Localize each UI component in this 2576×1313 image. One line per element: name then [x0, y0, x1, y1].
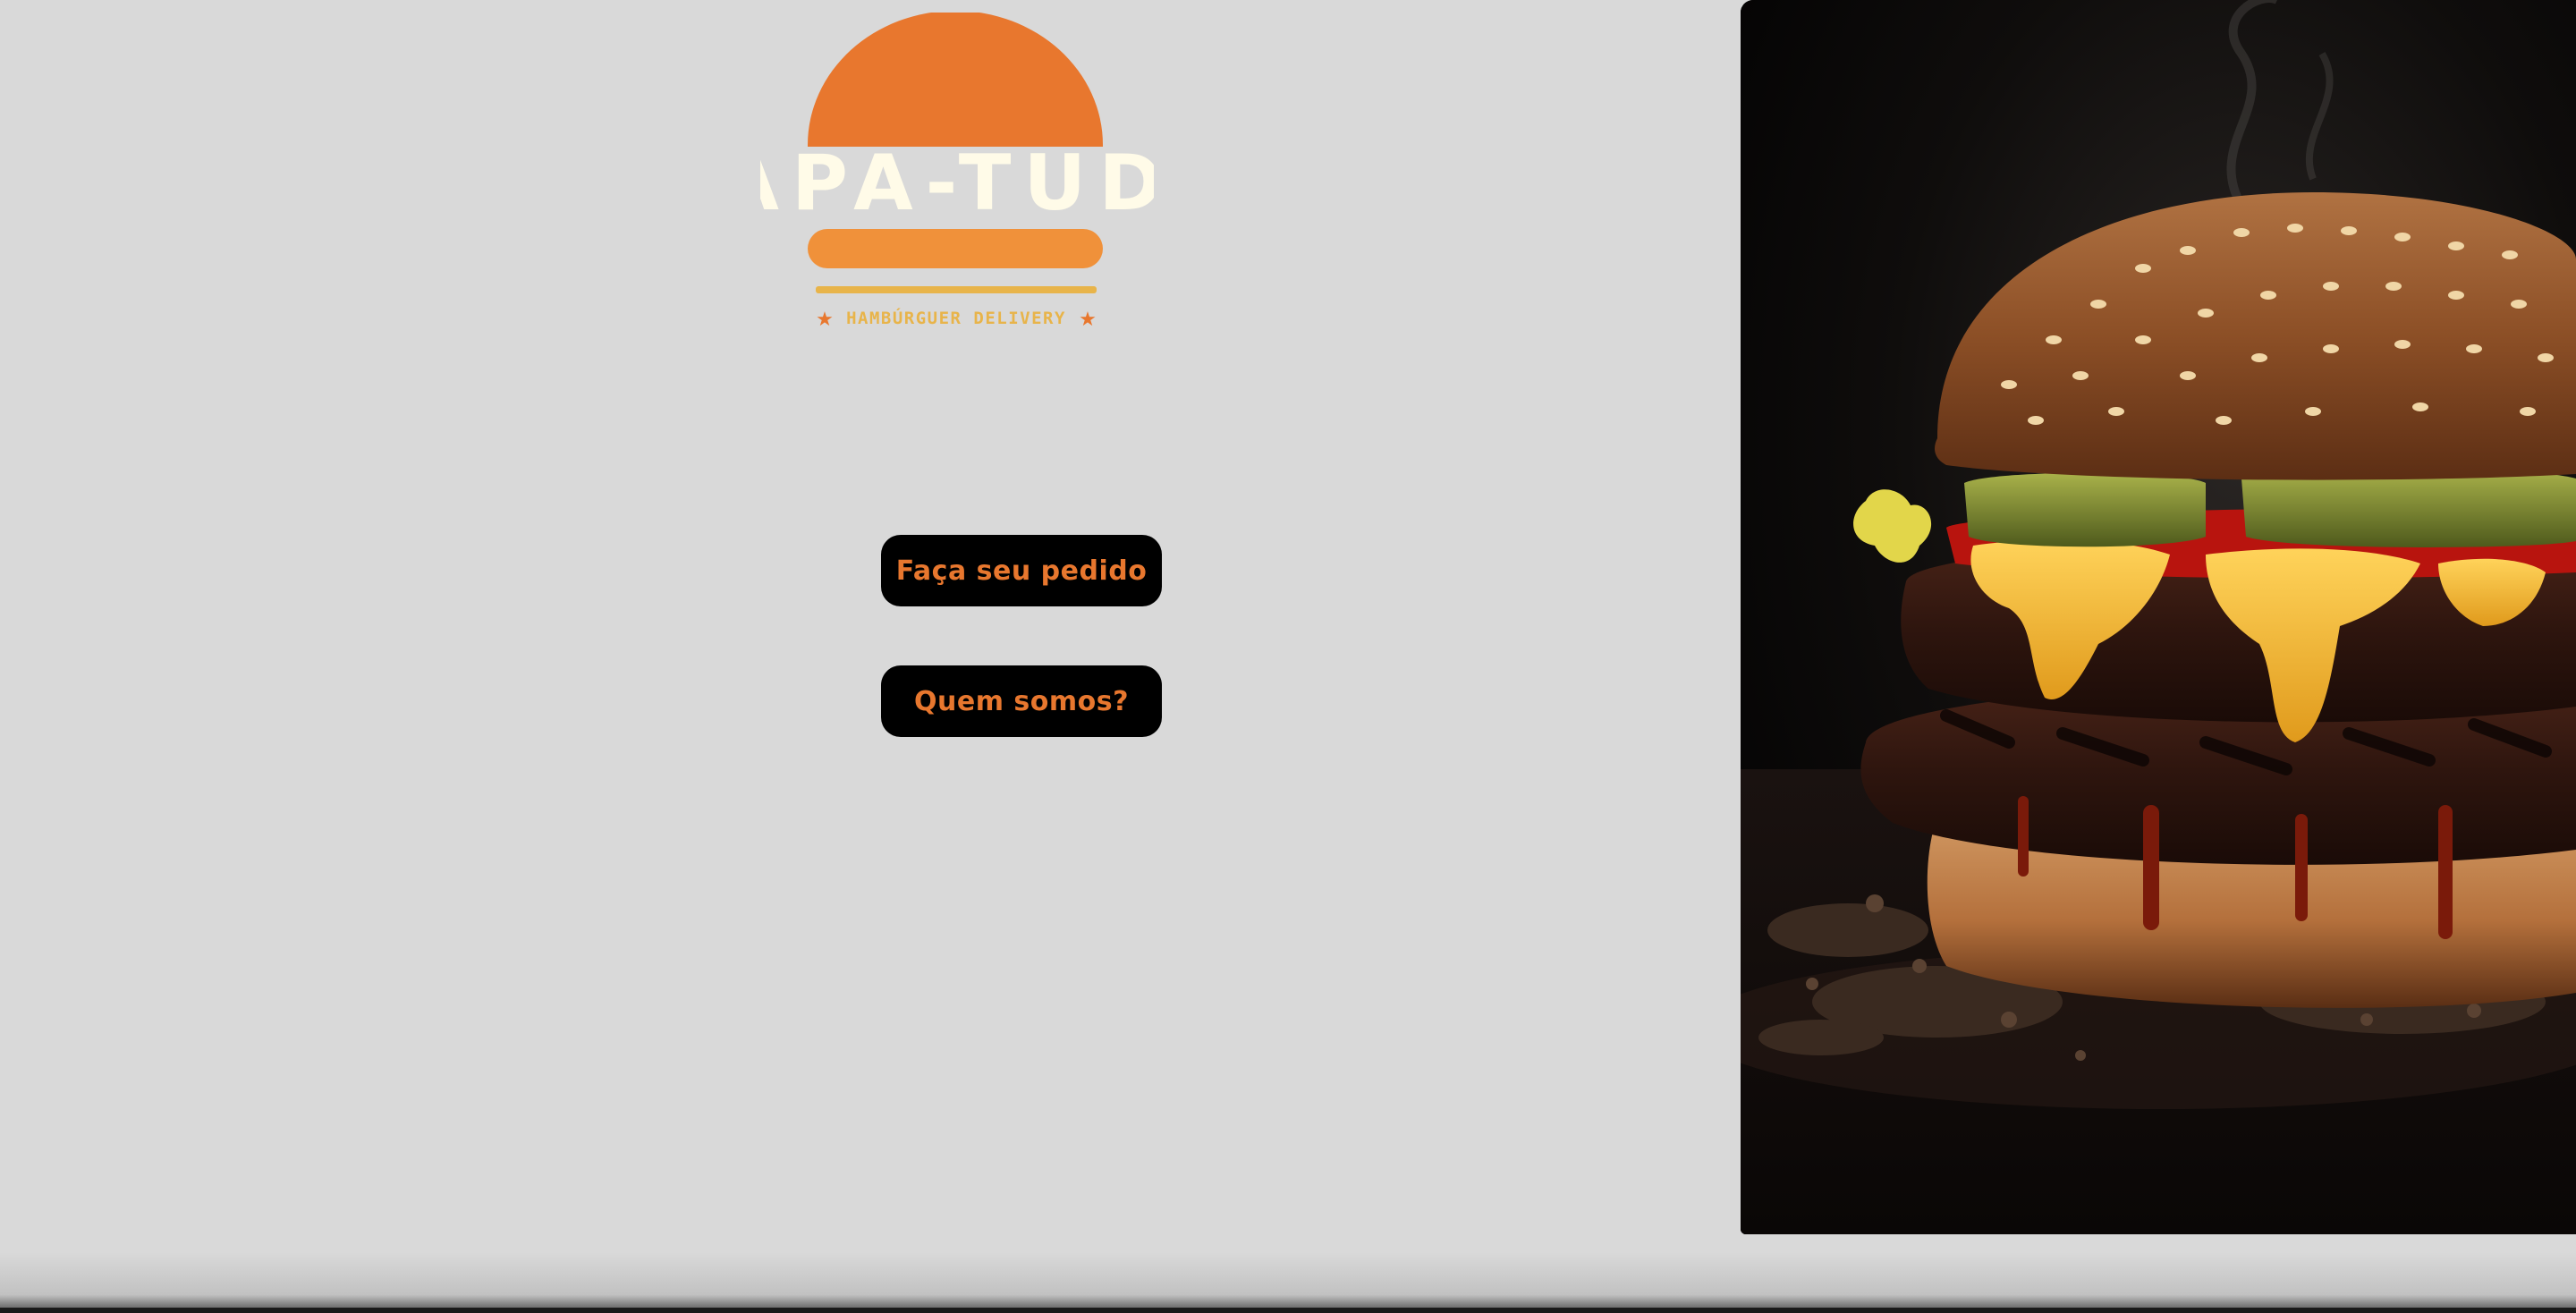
order-button[interactable]: Faça seu pedido: [881, 535, 1162, 606]
star-icon: ★: [816, 309, 834, 331]
brand-tagline: HAMBÚRGUER DELIVERY: [846, 307, 1066, 328]
about-us-button[interactable]: Quem somos?: [881, 665, 1162, 737]
hero-burger-image: [1741, 0, 2576, 1234]
star-icon: ★: [1079, 309, 1097, 331]
landing-page: PAPA-TUDO ★ ★ HAMBÚRGUER DELIVERY Faça s…: [0, 0, 2576, 1313]
brand-logo: PAPA-TUDO ★ ★ HAMBÚRGUER DELIVERY: [760, 13, 1154, 335]
brand-name: PAPA-TUDO: [760, 139, 1154, 228]
bottom-edge: [0, 1308, 2576, 1313]
bottom-shadow: [0, 1252, 2576, 1313]
